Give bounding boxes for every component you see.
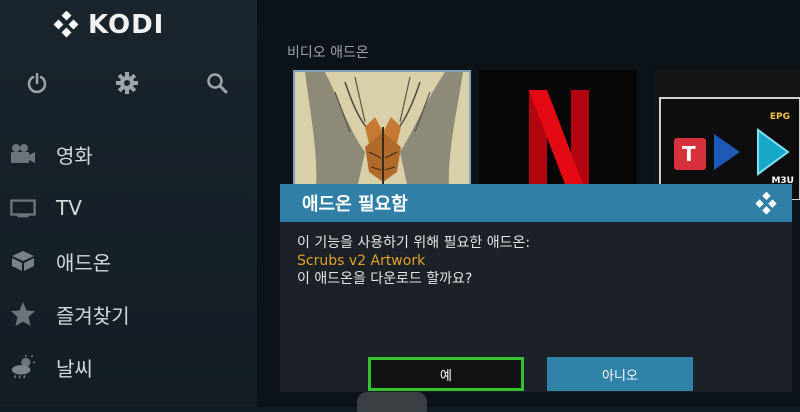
top-icons-bar: [0, 66, 257, 102]
dialog-title: 애드온 필요함: [302, 194, 408, 215]
epg-label: EPG: [769, 112, 790, 122]
power-icon[interactable]: [22, 66, 52, 100]
addon-box-icon: [10, 248, 36, 274]
artwork-tile[interactable]: [293, 70, 471, 200]
addon-required-dialog: 애드온 필요함 이 기능을 사용하기 위해 필요한 애드온: Scrubs v2…: [280, 184, 792, 392]
sidebar-item-label: TV: [56, 196, 82, 220]
sidebar-item-weather[interactable]: 날씨: [0, 344, 257, 390]
sidebar-item-favourites[interactable]: 즐겨찾기: [0, 291, 257, 337]
sidebar-item-label: 즐겨찾기: [56, 303, 130, 328]
dialog-question: 이 애드온을 다운로드 할까요?: [297, 271, 473, 287]
kodi-logo-icon: [52, 10, 80, 39]
epg-tile[interactable]: EPG M3U T: [654, 70, 800, 200]
sidebar-item-label: 날씨: [56, 356, 93, 381]
gear-icon[interactable]: [112, 66, 142, 100]
sidebar: KODI 영화 TV 애드온 즐겨찾기 날씨: [0, 0, 257, 407]
sidebar-item-label: 애드온: [56, 250, 112, 275]
kodi-logo: KODI: [52, 10, 164, 40]
yes-button[interactable]: 예: [368, 357, 524, 391]
movie-camera-icon: [10, 141, 36, 167]
dialog-body: 이 기능을 사용하기 위해 필요한 애드온: Scrubs v2 Artwork…: [280, 222, 792, 288]
section-title: 비디오 애드온: [287, 45, 369, 61]
sidebar-item-tv[interactable]: TV: [0, 185, 257, 231]
no-button[interactable]: 아니오: [547, 357, 693, 391]
netflix-tile[interactable]: [479, 70, 637, 200]
star-icon: [10, 301, 36, 327]
dialog-header: 애드온 필요함: [280, 184, 792, 222]
sidebar-item-label: 영화: [56, 143, 93, 168]
search-icon[interactable]: [202, 66, 232, 100]
app-name: KODI: [88, 10, 165, 40]
sidebar-item-addons[interactable]: 애드온: [0, 238, 257, 284]
partial-tile-peek: [357, 392, 427, 412]
tv-icon: [10, 195, 36, 221]
dialog-message-line: 이 기능을 사용하기 위해 필요한 애드온:: [297, 235, 531, 251]
addon-name: Scrubs v2 Artwork: [297, 253, 426, 269]
weather-icon: [10, 354, 36, 380]
t-letter: T: [682, 142, 696, 166]
sidebar-item-movies[interactable]: 영화: [0, 131, 257, 177]
kodi-logo-icon: [754, 191, 778, 216]
netflix-logo: [479, 70, 637, 200]
hands-butterfly-artwork: [295, 72, 469, 198]
